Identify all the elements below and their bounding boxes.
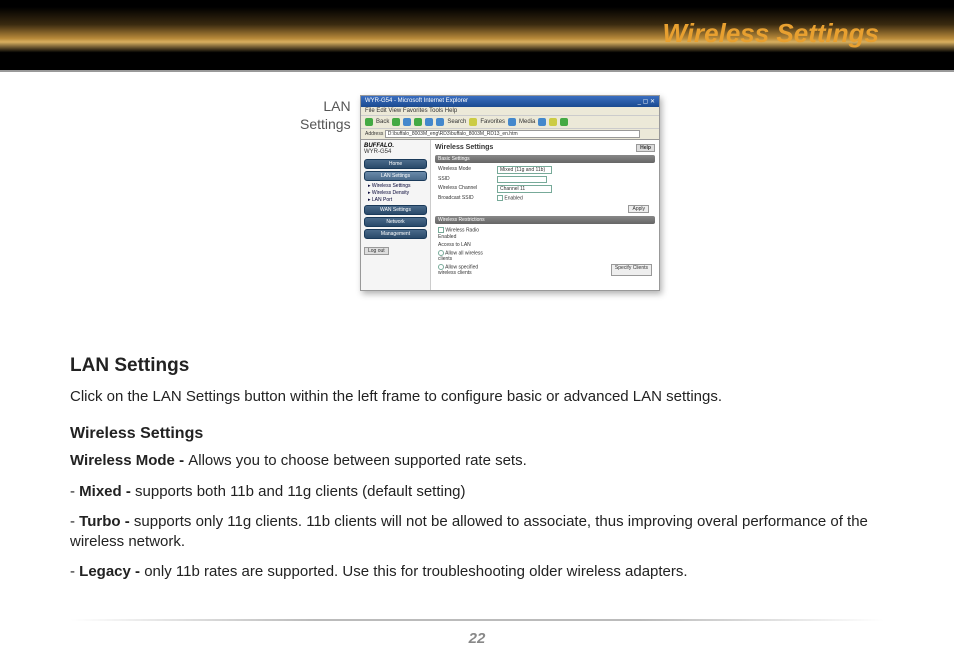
paragraph-mixed: - Mixed - supports both 11b and 11g clie… xyxy=(70,482,884,502)
row-wireless-mode: Wireless Mode Mixed (11g and 11b) xyxy=(435,165,655,175)
back-label: Back xyxy=(376,119,389,125)
text-turbo: supports only 11g clients. 11b clients w… xyxy=(70,513,868,550)
label-allow-spec: Allow specified wireless clients xyxy=(438,264,478,276)
row-channel: Wireless Channel Channel 11 xyxy=(435,184,655,194)
refresh-icon xyxy=(414,118,422,126)
select-wireless-mode: Mixed (11g and 11b) xyxy=(497,166,552,174)
row-radio-enabled: Wireless Radio Enabled xyxy=(435,226,655,240)
figure-side-label-line1: LAN xyxy=(323,98,350,114)
select-channel: Channel 11 xyxy=(497,185,552,193)
input-ssid xyxy=(497,176,547,183)
nav-management: Management xyxy=(364,229,427,239)
header-band: Wireless Settings xyxy=(0,0,954,70)
section-restrictions: Wireless Restrictions xyxy=(435,216,655,224)
checkbox-radio-enabled xyxy=(438,227,444,233)
row-ssid: SSID xyxy=(435,175,655,184)
apply-row: Apply xyxy=(435,205,655,213)
nav-wan-settings: WAN Settings xyxy=(364,205,427,215)
paragraph-lan-intro: Click on the LAN Settings button within … xyxy=(70,387,884,407)
browser-titlebar: WYR-G54 - Microsoft Internet Explorer _ … xyxy=(361,96,659,107)
row-allow-all: Allow all wireless clients xyxy=(435,249,655,263)
mail-icon xyxy=(549,118,557,126)
label-channel: Wireless Channel xyxy=(438,185,493,193)
apply-button: Apply xyxy=(628,205,649,213)
browser-title: WYR-G54 - Microsoft Internet Explorer xyxy=(365,98,468,105)
nav-network: Network xyxy=(364,217,427,227)
sublink-density: ▸ Wireless Density xyxy=(364,190,427,196)
figure-side-label-line2: Settings xyxy=(300,116,351,132)
media-label: Media xyxy=(519,119,535,125)
heading-wireless-settings: Wireless Settings xyxy=(70,425,884,443)
figure-side-label: LAN Settings xyxy=(300,98,351,133)
forward-icon xyxy=(392,118,400,126)
router-main: Wireless Settings Help Basic Settings Wi… xyxy=(431,140,659,290)
header-divider xyxy=(0,70,954,72)
row-access-title: Access to LAN xyxy=(435,241,655,249)
document-content: LAN Settings Click on the LAN Settings b… xyxy=(70,355,884,593)
radio-wrap: Allow specified wireless clients xyxy=(438,264,493,276)
row-allow-spec: Allow specified wireless clients Specify… xyxy=(435,263,655,277)
logout-button: Log out xyxy=(364,247,389,255)
nav-lan-settings: LAN Settings xyxy=(364,171,427,181)
history-icon xyxy=(538,118,546,126)
row-broadcast: Broadcast SSID Enabled xyxy=(435,194,655,202)
label-allow-all: Allow all wireless clients xyxy=(438,250,483,262)
search-label: Search xyxy=(447,119,466,125)
radio-allow-all xyxy=(438,250,444,256)
footer-divider xyxy=(70,619,884,621)
browser-menubar: File Edit View Favorites Tools Help xyxy=(361,107,659,116)
label-wireless-mode: Wireless Mode xyxy=(438,166,493,174)
checkbox-broadcast xyxy=(497,195,503,201)
print-icon xyxy=(560,118,568,126)
value-broadcast: Enabled xyxy=(504,195,522,201)
checkbox-wrap: Wireless Radio Enabled xyxy=(438,227,493,239)
paragraph-wireless-mode: Wireless Mode - Allows you to choose bet… xyxy=(70,451,884,471)
label-access-title: Access to LAN xyxy=(438,242,493,248)
router-device: WYR-G54 xyxy=(364,149,427,155)
paragraph-legacy: - Legacy - only 11b rates are supported.… xyxy=(70,562,884,582)
favorites-label: Favorites xyxy=(480,119,505,125)
stop-icon xyxy=(403,118,411,126)
window-controls: _ ▢ ✕ xyxy=(638,98,655,105)
address-label: Address xyxy=(365,131,383,137)
browser-toolbar: Back Search Favorites Media xyxy=(361,116,659,129)
address-bar: Address D:\buffalo_8003M_eng\RD3\buffalo… xyxy=(361,129,659,140)
favorites-icon xyxy=(469,118,477,126)
media-icon xyxy=(508,118,516,126)
page-number: 22 xyxy=(0,630,954,647)
home-icon xyxy=(425,118,433,126)
label-legacy: Legacy - xyxy=(79,563,144,580)
label-broadcast: Broadcast SSID xyxy=(438,195,493,201)
label-turbo: Turbo - xyxy=(79,513,134,530)
checkbox-wrap: Enabled xyxy=(497,195,523,201)
paragraph-turbo: - Turbo - supports only 11g clients. 11b… xyxy=(70,512,884,553)
label-ssid: SSID xyxy=(438,176,493,183)
help-button: Help xyxy=(636,144,655,152)
browser-content: BUFFALO. WYR-G54 Home LAN Settings ▸ Wir… xyxy=(361,140,659,290)
router-main-title: Wireless Settings xyxy=(435,144,493,152)
text-wireless-mode-doc: Allows you to choose between supported r… xyxy=(188,452,527,469)
radio-allow-spec xyxy=(438,264,444,270)
page-title: Wireless Settings xyxy=(662,18,879,49)
label-radio-enabled: Wireless Radio Enabled xyxy=(438,228,479,240)
sublink-lanport: ▸ LAN Port xyxy=(364,197,427,203)
radio-wrap: Allow all wireless clients xyxy=(438,250,493,262)
text-legacy: only 11b rates are supported. Use this f… xyxy=(144,563,687,580)
text-mixed: supports both 11b and 11g clients (defau… xyxy=(135,483,466,500)
router-main-title-row: Wireless Settings Help xyxy=(435,144,655,152)
label-wireless-mode-doc: Wireless Mode - xyxy=(70,452,188,469)
section-basic-settings: Basic Settings xyxy=(435,155,655,163)
nav-home: Home xyxy=(364,159,427,169)
back-icon xyxy=(365,118,373,126)
router-sidebar: BUFFALO. WYR-G54 Home LAN Settings ▸ Wir… xyxy=(361,140,431,290)
address-field: D:\buffalo_8003M_eng\RD3\buffalo_8003M_R… xyxy=(385,130,640,138)
embedded-screenshot: WYR-G54 - Microsoft Internet Explorer _ … xyxy=(360,95,660,291)
heading-lan-settings: LAN Settings xyxy=(70,355,884,377)
specify-clients-button: Specify Clients xyxy=(611,264,652,276)
search-icon xyxy=(436,118,444,126)
sublink-wireless: ▸ Wireless Settings xyxy=(364,183,427,189)
label-mixed: Mixed - xyxy=(79,483,135,500)
